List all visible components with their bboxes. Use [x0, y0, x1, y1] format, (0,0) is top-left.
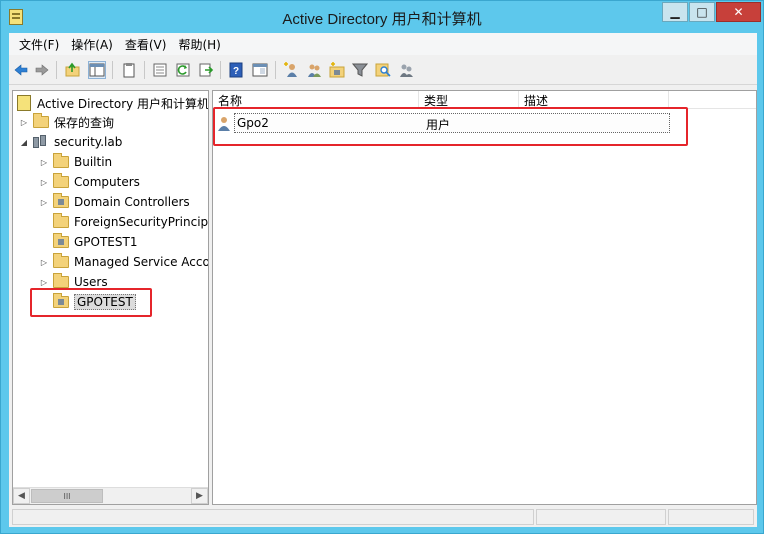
- expand-icon[interactable]: ▷: [39, 277, 49, 287]
- expand-icon[interactable]: ▷: [19, 117, 29, 127]
- highlight-box-ou: [30, 288, 152, 317]
- list-pane[interactable]: 名称 类型 描述 Gpo2 用户: [212, 90, 757, 505]
- menu-view[interactable]: 查看(V): [119, 36, 173, 53]
- back-icon[interactable]: [12, 61, 30, 79]
- export-icon[interactable]: [197, 61, 215, 79]
- tree-item-saved-queries[interactable]: ▷ 保存的查询: [19, 113, 114, 131]
- show-tree-icon[interactable]: [88, 61, 106, 79]
- tree-item-gpotest1[interactable]: GPOTEST1: [39, 233, 137, 251]
- toolbar: ?: [9, 55, 757, 85]
- tree-item-domain[interactable]: ◢ security.lab: [19, 133, 122, 151]
- folder-icon: [53, 153, 69, 168]
- status-segment-main: [12, 509, 534, 525]
- up-folder-icon[interactable]: [64, 61, 82, 79]
- scroll-thumb[interactable]: III: [31, 489, 103, 503]
- menu-bar: 文件(F) 操作(A) 查看(V) 帮助(H): [9, 33, 757, 55]
- ou-icon: [53, 193, 69, 208]
- status-segment-3: [668, 509, 754, 525]
- show-console-icon[interactable]: [251, 61, 269, 79]
- tree-horizontal-scrollbar[interactable]: ◀ III ▶: [13, 487, 208, 504]
- scroll-left-button[interactable]: ◀: [13, 488, 30, 504]
- new-ou-icon[interactable]: [328, 61, 346, 79]
- domain-icon: [33, 135, 49, 149]
- status-segment-2: [536, 509, 666, 525]
- help-icon[interactable]: ?: [227, 61, 245, 79]
- filter-icon[interactable]: [351, 61, 369, 79]
- tree-item-managed-service-accounts[interactable]: ▷ Managed Service Acco: [39, 253, 208, 271]
- expand-icon[interactable]: ▷: [39, 157, 49, 167]
- tree-item-domain-controllers[interactable]: ▷ Domain Controllers: [39, 193, 190, 211]
- properties-icon[interactable]: [151, 61, 169, 79]
- window-title: Active Directory 用户和计算机: [282, 11, 482, 28]
- tree-item-computers[interactable]: ▷ Computers: [39, 173, 140, 191]
- expand-icon[interactable]: ▷: [39, 257, 49, 267]
- folder-icon: [33, 113, 49, 128]
- forward-icon[interactable]: [33, 61, 51, 79]
- tree-item-foreign-security-principals[interactable]: ForeignSecurityPrincipa: [39, 213, 208, 231]
- folder-icon: [53, 253, 69, 268]
- menu-action[interactable]: 操作(A): [65, 36, 119, 53]
- close-button[interactable]: ✕: [716, 2, 761, 22]
- svg-text:?: ?: [233, 66, 239, 77]
- status-bar: [9, 507, 757, 527]
- folder-icon: [53, 213, 69, 228]
- minimize-button[interactable]: ▁: [662, 2, 688, 22]
- menu-file[interactable]: 文件(F): [13, 36, 65, 53]
- new-group-icon[interactable]: [305, 61, 323, 79]
- menu-help[interactable]: 帮助(H): [172, 36, 226, 53]
- title-bar[interactable]: Active Directory 用户和计算机 ▁ □ ✕: [1, 1, 763, 33]
- app-window: Active Directory 用户和计算机 ▁ □ ✕ 文件(F) 操作(A…: [0, 0, 764, 534]
- snapin-icon: [17, 95, 31, 111]
- scroll-right-button[interactable]: ▶: [191, 488, 208, 504]
- copy-icon[interactable]: [120, 61, 138, 79]
- folder-icon: [53, 173, 69, 188]
- new-user-icon[interactable]: [282, 61, 300, 79]
- find-icon[interactable]: [374, 61, 392, 79]
- expand-icon[interactable]: ▷: [39, 197, 49, 207]
- folder-icon: [53, 273, 69, 288]
- highlight-box-user: [213, 107, 688, 146]
- expand-icon[interactable]: ▷: [39, 177, 49, 187]
- maximize-button[interactable]: □: [689, 2, 715, 22]
- tree-root[interactable]: Active Directory 用户和计算机: [17, 94, 208, 112]
- refresh-icon[interactable]: [174, 61, 192, 79]
- add-to-group-icon[interactable]: [397, 61, 415, 79]
- tree-item-builtin[interactable]: ▷ Builtin: [39, 153, 112, 171]
- ou-icon: [53, 233, 69, 248]
- collapse-icon[interactable]: ◢: [19, 137, 29, 147]
